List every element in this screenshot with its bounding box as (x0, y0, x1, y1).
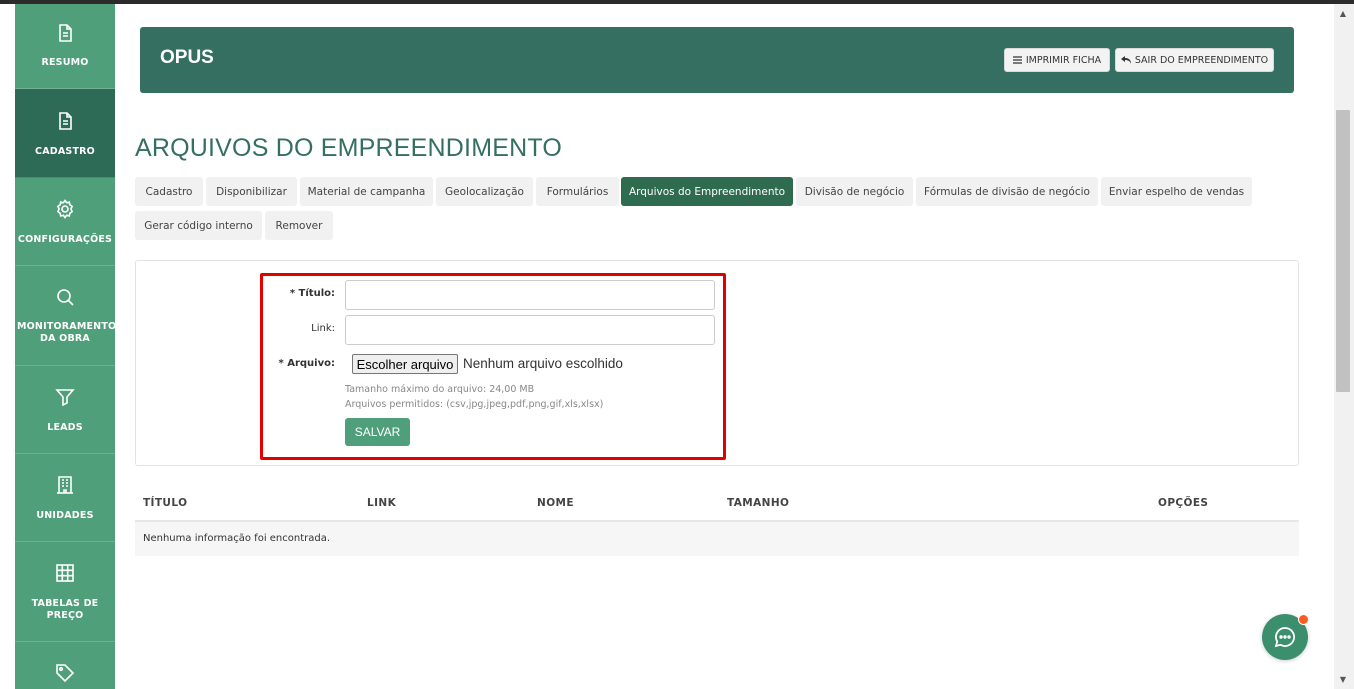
link-input[interactable] (345, 315, 715, 345)
sidebar-item-tag[interactable] (15, 642, 115, 689)
browser-top-border (0, 0, 1354, 4)
scrollbar-thumb[interactable] (1336, 110, 1350, 392)
column-header-title[interactable]: TÍTULO (143, 497, 187, 509)
tab-formularios[interactable]: Formulários (536, 177, 619, 206)
sidebar-item-label: UNIDADES (36, 510, 94, 521)
tab-geolocalizacao[interactable]: Geolocalização (436, 177, 533, 206)
sidebar-item-configuracoes[interactable]: CONFIGURAÇÕES (15, 178, 115, 266)
chat-bubble-icon (1274, 627, 1295, 648)
empty-table-message: Nenhuma informação foi encontrada. (143, 533, 331, 544)
tab-disponibilizar[interactable]: Disponibilizar (206, 177, 297, 206)
tab-material-de-campanha[interactable]: Material de campanha (300, 177, 433, 206)
sidebar-item-label: MONITORAMENTO DA OBRA (17, 321, 115, 344)
link-label: Link: (311, 323, 335, 334)
column-header-options: OPÇÕES (1158, 497, 1209, 509)
reply-arrow-icon (1120, 56, 1131, 64)
sidebar: RESUMO CADASTRO CONFIGURAÇÕES MONITORAME… (15, 4, 115, 689)
sidebar-item-label: CONFIGURAÇÕES (17, 234, 113, 245)
gear-icon (56, 199, 74, 219)
tab-divisao-de-negocio[interactable]: Divisão de negócio (796, 177, 913, 206)
print-sheet-button[interactable]: IMPRIMIR FICHA (1004, 48, 1110, 72)
list-icon (1012, 56, 1022, 64)
file-status-text: Nenhum arquivo escolhido (463, 356, 623, 371)
print-sheet-label: IMPRIMIR FICHA (1025, 54, 1102, 66)
sidebar-item-leads[interactable]: LEADS (15, 366, 115, 454)
tab-formulas-de-divisao[interactable]: Fórmulas de divisão de negócio (916, 177, 1098, 206)
sidebar-item-label: TABELAS DE PREÇO (31, 598, 99, 621)
left-gutter (0, 4, 15, 689)
sidebar-item-label: RESUMO (41, 57, 89, 68)
document-icon (59, 24, 72, 42)
project-header: OPUS IMPRIMIR FICHA SAIR DO EMPREENDIMEN… (140, 27, 1294, 93)
exit-project-label: SAIR DO EMPREENDIMENTO (1134, 54, 1269, 66)
notification-badge (1298, 614, 1309, 625)
grid-icon (56, 564, 74, 582)
page-title: ARQUIVOS DO EMPREENDIMENTO (135, 134, 563, 162)
allowed-types-hint: Arquivos permitidos: (csv,jpg,jpeg,pdf,p… (345, 399, 604, 410)
file-label: * Arquivo: (278, 358, 335, 369)
max-size-hint: Tamanho máximo do arquivo: 24,00 MB (345, 384, 535, 395)
choose-file-button[interactable]: Escolher arquivo (352, 354, 458, 374)
save-button[interactable]: SALVAR (345, 418, 410, 446)
sidebar-item-monitoramento[interactable]: MONITORAMENTO DA OBRA (15, 266, 115, 366)
column-header-name[interactable]: NOME (537, 497, 574, 509)
title-input[interactable] (345, 280, 715, 310)
sidebar-item-tabelas-de-preco[interactable]: TABELAS DE PREÇO (15, 542, 115, 642)
title-label: * Título: (289, 288, 335, 299)
tab-arquivos-do-empreendimento[interactable]: Arquivos do Empreendimento (621, 177, 793, 206)
tab-gerar-codigo-interno[interactable]: Gerar código interno (135, 211, 262, 240)
tab-remover[interactable]: Remover (265, 211, 333, 240)
scroll-down-arrow-icon[interactable]: ▼ (1337, 674, 1349, 686)
table-row: Nenhuma informação foi encontrada. (135, 522, 1299, 556)
sidebar-item-label: CADASTRO (35, 146, 95, 157)
document-icon (59, 112, 72, 130)
scroll-up-arrow-icon[interactable]: ▲ (1337, 8, 1349, 20)
column-header-link[interactable]: LINK (367, 497, 396, 509)
funnel-icon (55, 389, 75, 407)
exit-project-button[interactable]: SAIR DO EMPREENDIMENTO (1115, 48, 1274, 72)
tab-enviar-espelho-de-vendas[interactable]: Enviar espelho de vendas (1101, 177, 1252, 206)
sidebar-item-label: LEADS (47, 422, 83, 433)
sidebar-item-cadastro[interactable]: CADASTRO (15, 89, 115, 178)
column-header-size[interactable]: TAMANHO (727, 497, 789, 509)
sidebar-item-resumo[interactable]: RESUMO (15, 4, 115, 89)
tab-cadastro[interactable]: Cadastro (135, 177, 203, 206)
tag-icon (56, 664, 75, 683)
project-title: OPUS (160, 47, 214, 68)
building-icon (57, 476, 73, 494)
search-icon (57, 289, 74, 306)
sidebar-item-unidades[interactable]: UNIDADES (15, 454, 115, 542)
